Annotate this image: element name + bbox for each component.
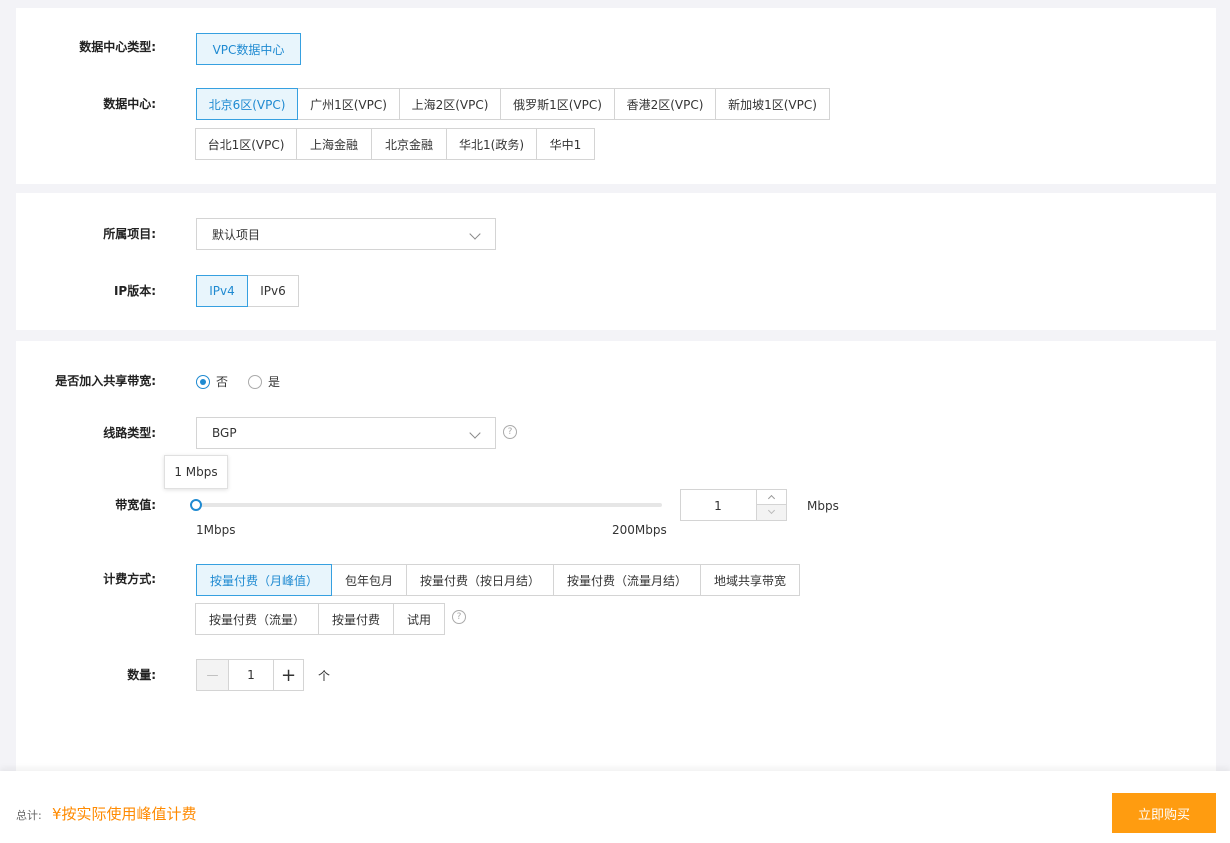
billing-option-button[interactable]: 包年包月 bbox=[331, 564, 407, 596]
datacenter-type-vpc-button[interactable]: VPC数据中心 bbox=[196, 33, 301, 65]
datacenter-option-button[interactable]: 上海金融 bbox=[296, 128, 372, 160]
quantity-unit: 个 bbox=[318, 669, 331, 683]
datacenter-option-button[interactable]: 俄罗斯1区(VPC) bbox=[500, 88, 615, 120]
billing-label: 计费方式: bbox=[103, 572, 156, 586]
billing-option-button[interactable]: 按量付费（流量） bbox=[195, 603, 319, 635]
chevron-down-icon bbox=[469, 427, 481, 439]
billing-option-button[interactable]: 试用 bbox=[393, 603, 445, 635]
total-price: ¥按实际使用峰值计费 bbox=[52, 805, 197, 823]
chevron-up-icon bbox=[767, 494, 776, 503]
bandwidth-slider-handle[interactable] bbox=[190, 499, 202, 511]
project-card: 所属项目: 默认项目 IP版本: IPv4 IPv6 bbox=[16, 193, 1216, 330]
shared-bandwidth-yes-radio[interactable]: 是 bbox=[248, 373, 280, 390]
project-select[interactable]: 默认项目 bbox=[196, 218, 496, 250]
datacenter-option-button[interactable]: 台北1区(VPC) bbox=[195, 128, 297, 160]
quantity-minus-button[interactable]: — bbox=[197, 660, 229, 690]
billing-option-button[interactable]: 地域共享带宽 bbox=[700, 564, 800, 596]
bandwidth-unit: Mbps bbox=[807, 499, 839, 513]
ip-version-ipv6-button[interactable]: IPv6 bbox=[247, 275, 299, 307]
bandwidth-card: 是否加入共享带宽: 否 是 线路类型: BGP ? 1 Mbps 带宽值: 1M… bbox=[16, 341, 1216, 771]
billing-option-button[interactable]: 按量付费（流量月结） bbox=[553, 564, 701, 596]
billing-row2: 按量付费（流量） 按量付费 试用 bbox=[195, 603, 445, 635]
datacenter-row2: 台北1区(VPC) 上海金融 北京金融 华北1(政务) 华中1 bbox=[195, 128, 595, 160]
datacenter-option-button[interactable]: 北京金融 bbox=[371, 128, 447, 160]
footer-bar: 总计: ¥按实际使用峰值计费 立即购买 bbox=[0, 771, 1230, 843]
datacenter-label: 数据中心: bbox=[103, 97, 156, 111]
shared-bandwidth-no-radio[interactable]: 否 bbox=[196, 373, 228, 390]
radio-unchecked-icon bbox=[248, 374, 262, 389]
datacenter-option-button[interactable]: 上海2区(VPC) bbox=[399, 88, 501, 120]
bandwidth-increment-button[interactable] bbox=[756, 490, 786, 505]
chevron-down-icon bbox=[767, 506, 776, 515]
bandwidth-label: 带宽值: bbox=[115, 498, 156, 512]
bandwidth-tooltip: 1 Mbps bbox=[164, 455, 228, 489]
bandwidth-min-label: 1Mbps bbox=[196, 523, 236, 537]
bandwidth-input-value: 1 bbox=[714, 499, 722, 513]
datacenter-type-label: 数据中心类型: bbox=[79, 40, 156, 54]
datacenter-option-button[interactable]: 香港2区(VPC) bbox=[614, 88, 716, 120]
radio-label: 否 bbox=[216, 375, 229, 389]
quantity-plus-button[interactable]: + bbox=[273, 660, 303, 690]
radio-label: 是 bbox=[268, 375, 281, 389]
billing-option-button[interactable]: 按量付费（月峰值） bbox=[196, 564, 332, 596]
bandwidth-decrement-button[interactable] bbox=[756, 505, 786, 520]
ip-version-ipv4-button[interactable]: IPv4 bbox=[196, 275, 248, 307]
line-type-select[interactable]: BGP bbox=[196, 417, 496, 449]
line-type-label: 线路类型: bbox=[103, 426, 156, 440]
shared-bandwidth-label: 是否加入共享带宽: bbox=[55, 374, 156, 388]
datacenter-row1: 北京6区(VPC) 广州1区(VPC) 上海2区(VPC) 俄罗斯1区(VPC)… bbox=[196, 88, 830, 120]
billing-option-button[interactable]: 按量付费（按日月结） bbox=[406, 564, 554, 596]
total-label: 总计: bbox=[16, 809, 42, 822]
datacenter-option-button[interactable]: 华北1(政务) bbox=[446, 128, 537, 160]
project-label: 所属项目: bbox=[103, 227, 156, 241]
datacenter-option-button[interactable]: 华中1 bbox=[536, 128, 595, 160]
datacenter-option-button[interactable]: 新加坡1区(VPC) bbox=[715, 88, 830, 120]
bandwidth-max-label: 200Mbps bbox=[612, 523, 667, 537]
ip-version-label: IP版本: bbox=[113, 284, 156, 298]
bandwidth-slider-track[interactable] bbox=[196, 503, 662, 507]
line-type-select-value: BGP bbox=[212, 426, 237, 440]
help-icon[interactable]: ? bbox=[503, 425, 517, 439]
buy-now-button[interactable]: 立即购买 bbox=[1112, 793, 1216, 833]
bandwidth-input[interactable]: 1 bbox=[680, 489, 787, 521]
datacenter-option-button[interactable]: 广州1区(VPC) bbox=[297, 88, 400, 120]
datacenter-type-group: VPC数据中心 bbox=[196, 33, 301, 65]
radio-checked-icon bbox=[196, 374, 210, 389]
bandwidth-tooltip-text: 1 Mbps bbox=[174, 465, 218, 479]
quantity-label: 数量: bbox=[127, 668, 156, 682]
project-select-value: 默认项目 bbox=[212, 227, 261, 242]
quantity-stepper: — 1 + bbox=[196, 659, 304, 691]
datacenter-card: 数据中心类型: VPC数据中心 数据中心: 北京6区(VPC) 广州1区(VPC… bbox=[16, 8, 1216, 184]
help-icon[interactable]: ? bbox=[452, 610, 466, 624]
billing-option-button[interactable]: 按量付费 bbox=[318, 603, 394, 635]
ip-version-group: IPv4 IPv6 bbox=[196, 275, 299, 307]
quantity-input[interactable]: 1 bbox=[229, 660, 273, 690]
billing-row1: 按量付费（月峰值） 包年包月 按量付费（按日月结） 按量付费（流量月结） 地域共… bbox=[196, 564, 800, 596]
chevron-down-icon bbox=[469, 228, 481, 240]
datacenter-option-button[interactable]: 北京6区(VPC) bbox=[196, 88, 298, 120]
